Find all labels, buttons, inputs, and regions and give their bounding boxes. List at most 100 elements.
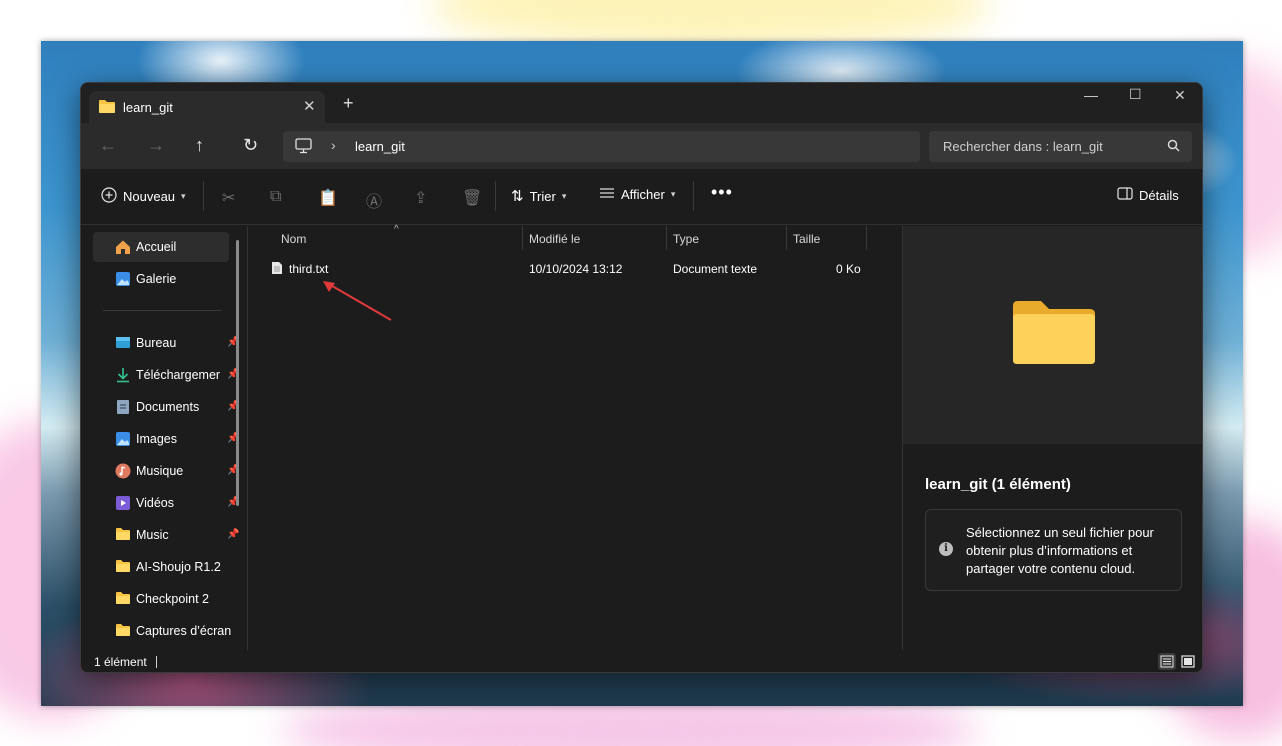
sidebar-item-checkpoint-2[interactable]: Checkpoint 2 <box>93 584 229 614</box>
download-icon <box>115 367 131 383</box>
tab-learn-git[interactable]: learn_git ✕ <box>89 91 325 123</box>
details-view-icon <box>1160 655 1174 668</box>
text-file-icon <box>271 261 283 280</box>
sort-icon: ⇅ <box>511 188 524 205</box>
pin-icon[interactable]: 📌 <box>227 529 239 540</box>
details-pane: learn_git (1 élément) i Sélectionnez un … <box>903 226 1202 650</box>
file-explorer-window: learn_git ✕ + — ☐ ✕ ← → ↑ ↻ › learn_git … <box>80 82 1203 673</box>
sidebar-item-label: Téléchargemer <box>136 368 221 382</box>
sidebar-item-label: Documents <box>136 400 200 414</box>
desktop-icon <box>115 335 131 351</box>
file-type: Document texte <box>673 262 758 276</box>
rename-icon[interactable]: Ⓐ <box>366 188 382 212</box>
back-button[interactable]: ← <box>99 135 117 155</box>
file-name[interactable]: third.txt <box>289 262 328 276</box>
gallery-icon <box>115 271 131 287</box>
more-options-button[interactable]: ••• <box>711 182 733 203</box>
column-header-type[interactable]: Type <box>673 232 699 246</box>
column-divider[interactable] <box>666 226 667 250</box>
sort-button[interactable]: ⇅ Trier ▾ <box>511 187 566 205</box>
sidebar-item-music[interactable]: Musique 📌 <box>93 456 239 486</box>
folder-icon <box>115 623 131 639</box>
chevron-right-icon[interactable]: › <box>331 137 336 153</box>
documents-icon <box>115 399 131 415</box>
sidebar-item-label: Musique <box>136 464 184 478</box>
view-icon <box>599 187 615 202</box>
folder-icon <box>115 591 131 607</box>
close-window-button[interactable]: ✕ <box>1174 87 1186 104</box>
search-icon[interactable] <box>1167 139 1180 157</box>
delete-icon[interactable]: 🗑 <box>462 188 482 208</box>
copy-icon[interactable]: ⧉ <box>270 188 281 206</box>
maximize-button[interactable]: ☐ <box>1129 86 1142 103</box>
paste-icon[interactable]: 📋 <box>318 188 338 208</box>
sidebar-item-music-folder[interactable]: Music 📌 <box>93 520 239 550</box>
details-title: learn_git (1 élément) <box>925 476 1071 493</box>
search-input[interactable]: Rechercher dans : learn_git <box>943 139 1103 154</box>
column-header-modified[interactable]: Modifié le <box>529 232 580 246</box>
annotation-arrow <box>323 281 392 321</box>
preview-area <box>903 226 1202 444</box>
info-box: i Sélectionnez un seul fichier pour obte… <box>925 509 1182 591</box>
large-icons-view-button[interactable] <box>1179 653 1197 670</box>
forward-button[interactable]: → <box>147 135 165 155</box>
share-icon[interactable]: ⇪ <box>414 188 427 208</box>
sidebar-item-documents[interactable]: Documents 📌 <box>93 392 239 422</box>
sidebar-item-desktop[interactable]: Bureau 📌 <box>93 328 239 358</box>
column-header-size[interactable]: Taille <box>793 232 820 246</box>
sidebar-item-label: Checkpoint 2 <box>136 592 209 606</box>
column-header-name[interactable]: Nom <box>281 232 306 246</box>
status-divider <box>156 656 157 668</box>
sidebar-item-images[interactable]: Images 📌 <box>93 424 239 454</box>
large-icons-view-icon <box>1181 655 1195 668</box>
new-tab-button[interactable]: + <box>343 94 354 112</box>
sidebar-item-videos[interactable]: Vidéos 📌 <box>93 488 239 518</box>
pane-divider[interactable] <box>247 226 248 650</box>
toolbar-divider <box>495 181 496 211</box>
sidebar-item-label: Accueil <box>136 240 177 254</box>
sidebar-item-label: Captures d’écran <box>136 624 232 638</box>
new-button[interactable]: Nouveau ▾ <box>101 187 186 206</box>
folder-icon <box>1011 298 1097 371</box>
search-box[interactable]: Rechercher dans : learn_git <box>929 131 1192 162</box>
home-icon <box>115 239 131 255</box>
title-bar: learn_git ✕ + — ☐ ✕ <box>81 83 1202 123</box>
sidebar-item-ai-shoujo[interactable]: AI-Shoujo R1.2 <box>93 552 229 582</box>
close-tab-icon[interactable]: ✕ <box>303 97 316 115</box>
details-pane-button[interactable]: Détails <box>1117 187 1179 203</box>
sidebar-item-screenshots[interactable]: Captures d’écran <box>93 616 232 646</box>
details-label: Détails <box>1139 187 1179 203</box>
view-button[interactable]: Afficher ▾ <box>599 187 675 202</box>
chevron-down-icon: ▾ <box>670 189 676 199</box>
sidebar-item-label: Images <box>136 432 177 446</box>
sidebar-item-downloads[interactable]: Téléchargemer 📌 <box>93 360 239 390</box>
folder-icon <box>115 559 131 575</box>
item-count: 1 élément <box>94 655 147 669</box>
column-divider[interactable] <box>522 226 523 250</box>
file-row[interactable]: third.txt 10/10/2024 13:12 Document text… <box>267 258 867 280</box>
navigation-bar: ← → ↑ ↻ › learn_git Rechercher dans : le… <box>81 123 1202 169</box>
this-pc-icon[interactable] <box>295 138 312 159</box>
up-button[interactable]: ↑ <box>195 135 204 155</box>
minimize-button[interactable]: — <box>1084 87 1098 103</box>
navigation-pane: Accueil Galerie Bureau 📌 Téléchargemer 📌 <box>81 226 241 650</box>
address-bar[interactable]: › learn_git <box>283 131 920 162</box>
music-icon <box>115 463 131 479</box>
cut-icon[interactable]: ✂ <box>222 188 235 208</box>
chevron-down-icon: ▾ <box>561 190 567 201</box>
folder-icon <box>115 527 131 543</box>
sidebar-scrollbar[interactable] <box>236 240 239 506</box>
sidebar-item-gallery[interactable]: Galerie <box>93 264 229 294</box>
refresh-button[interactable]: ↻ <box>243 135 258 155</box>
details-view-button[interactable] <box>1158 653 1176 670</box>
info-text: Sélectionnez un seul fichier pour obteni… <box>966 525 1154 576</box>
sort-label: Trier <box>529 188 556 204</box>
sidebar-item-home[interactable]: Accueil <box>93 232 229 262</box>
toolbar-divider <box>203 181 204 211</box>
view-label: Afficher <box>621 187 665 202</box>
tab-title: learn_git <box>123 100 173 115</box>
folder-icon <box>98 99 116 119</box>
breadcrumb[interactable]: learn_git <box>355 139 405 154</box>
column-divider[interactable] <box>866 226 867 250</box>
column-divider[interactable] <box>786 226 787 250</box>
